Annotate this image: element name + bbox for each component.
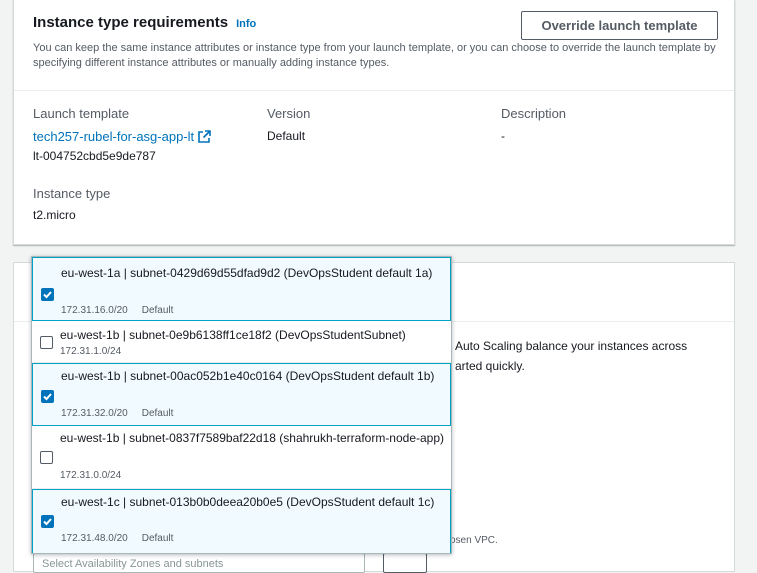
subnet-tag: Default (141, 533, 174, 544)
external-link-icon (197, 129, 211, 144)
subnet-cidr: 172.31.48.0/20 (61, 533, 128, 544)
panel-description: You can keep the same instance attribute… (33, 42, 716, 69)
subnet-dropdown[interactable]: eu-west-1a | subnet-0429d69d55dfad9d2 (D… (31, 256, 452, 554)
network-body-line-1: Auto Scaling balance your instances acro… (455, 339, 688, 353)
panel-header: Instance type requirements Info Override… (14, 0, 734, 91)
launch-template-name[interactable]: tech257-rubel-for-asg-app-lt (33, 129, 194, 144)
subnet-option[interactable]: eu-west-1a | subnet-0429d69d55dfad9d2 (D… (32, 257, 451, 321)
description-label: Description (501, 106, 567, 121)
network-body-text: Auto Scaling balance your instances acro… (455, 336, 745, 376)
description-value: - (501, 129, 505, 143)
subnet-select-input[interactable]: Select Availability Zones and subnets (33, 553, 365, 573)
subnet-cidr: 172.31.32.0/20 (61, 408, 128, 419)
subnet-option-meta: 172.31.48.0/20 Default (61, 533, 173, 544)
subnet-option-label: eu-west-1a | subnet-0429d69d55dfad9d2 (D… (61, 266, 433, 280)
subnet-tag: Default (141, 305, 174, 316)
subnet-tag: Default (141, 408, 174, 419)
subnet-option-label: eu-west-1b | subnet-0e9b6138ff1ce18f2 (D… (60, 328, 406, 342)
subnet-option-label: eu-west-1b | subnet-00ac052b1e40c0164 (D… (61, 369, 435, 383)
subnet-option-meta: 172.31.32.0/20 Default (61, 408, 173, 419)
panel-title: Instance type requirements Info (33, 14, 256, 31)
info-link[interactable]: Info (236, 18, 256, 30)
check-icon (43, 518, 52, 526)
override-launch-template-button[interactable]: Override launch template (521, 11, 718, 40)
subnet-option-meta: 172.31.1.0/24 (60, 346, 121, 357)
network-body-line-2: arted quickly. (455, 359, 525, 373)
subnet-cidr: 172.31.16.0/20 (61, 305, 128, 316)
panel-title-text: Instance type requirements (33, 14, 229, 31)
checkbox-checked[interactable] (41, 390, 54, 403)
subnet-cidr: 172.31.0.0/24 (60, 470, 122, 481)
subnet-cidr: 172.31.1.0/24 (60, 346, 122, 357)
checkbox-checked[interactable] (41, 515, 54, 528)
refresh-button[interactable] (383, 553, 427, 573)
version-label: Version (267, 106, 311, 121)
subnet-option-meta: 172.31.16.0/20 Default (61, 305, 173, 316)
check-icon (43, 291, 52, 299)
launch-template-id: lt-004752cbd5e9de787 (33, 149, 156, 163)
checkbox-checked[interactable] (41, 288, 54, 301)
instance-type-requirements-panel: Instance type requirements Info Override… (13, 0, 735, 245)
instance-type-label: Instance type (33, 186, 111, 201)
subnet-option[interactable]: eu-west-1c | subnet-013b0b0deea20b0e5 (D… (32, 489, 451, 553)
subnet-option-label: eu-west-1b | subnet-0837f7589baf22d18 (s… (60, 431, 445, 445)
checkbox-unchecked[interactable] (40, 336, 53, 349)
check-icon (43, 393, 52, 401)
checkbox-unchecked[interactable] (40, 451, 53, 464)
instance-type-value: t2.micro (33, 208, 76, 222)
subnet-option-meta: 172.31.0.0/24 (60, 470, 121, 481)
launch-template-label: Launch template (33, 106, 130, 121)
launch-template-link[interactable]: tech257-rubel-for-asg-app-lt (33, 129, 211, 144)
subnet-option[interactable]: eu-west-1b | subnet-00ac052b1e40c0164 (D… (32, 363, 451, 426)
subnet-option[interactable]: eu-west-1b | subnet-0e9b6138ff1ce18f2 (D… (32, 321, 451, 363)
version-value: Default (267, 129, 306, 143)
network-small-text: osen VPC. (450, 535, 498, 546)
subnet-option[interactable]: eu-west-1b | subnet-0837f7589baf22d18 (s… (32, 426, 451, 489)
subnet-option-label: eu-west-1c | subnet-013b0b0deea20b0e5 (D… (61, 495, 435, 509)
